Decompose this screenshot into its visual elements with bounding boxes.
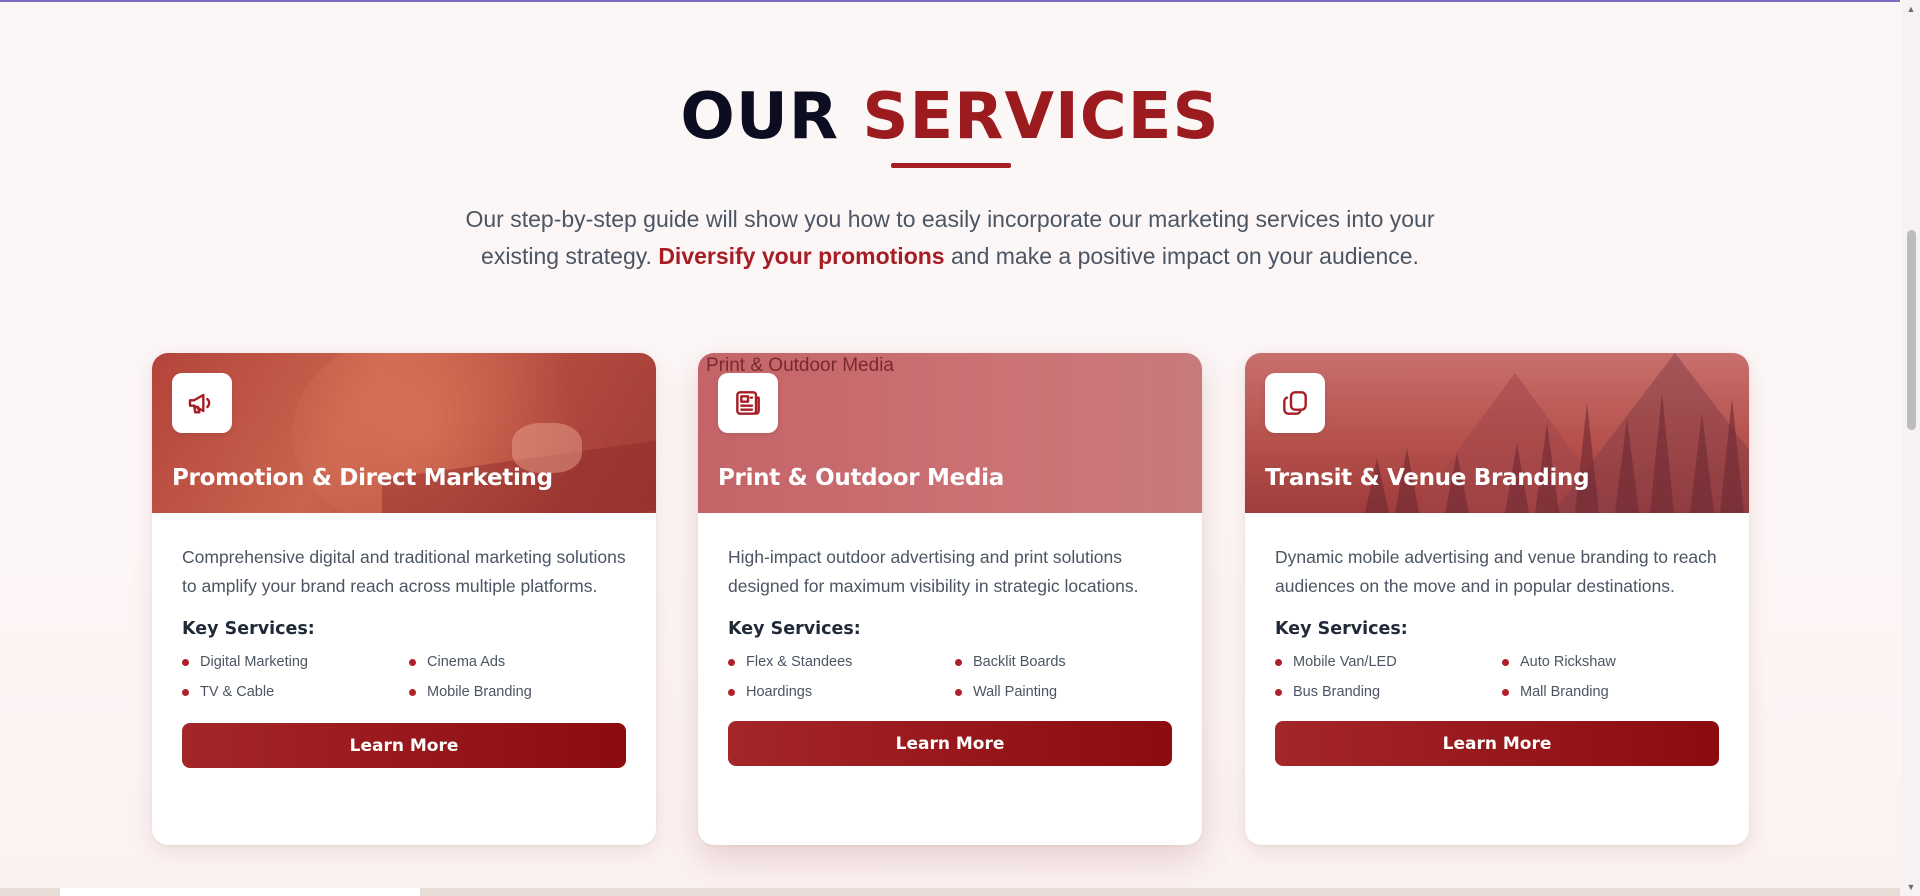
card-banner-image: Print & Outdoor Media Print & Outdoor Me…	[698, 353, 1202, 513]
bullet-dot	[955, 688, 962, 696]
key-services-list: Flex & Standees Backlit Boards Hoardings…	[728, 651, 1172, 703]
card-title: Transit & Venue Branding	[1265, 465, 1590, 491]
service-item: Auto Rickshaw	[1502, 651, 1702, 673]
vertical-scrollbar[interactable]: ▲ ▼	[1902, 0, 1920, 896]
section-heading: OUR SERVICES	[0, 80, 1900, 154]
card-description: Dynamic mobile advertising and venue bra…	[1275, 547, 1717, 596]
service-item-label: Wall Painting	[973, 684, 1058, 700]
scroll-up-arrow-icon[interactable]: ▲	[1906, 4, 1916, 14]
bullet-dot	[728, 658, 735, 666]
service-item: Digital Marketing	[182, 651, 409, 673]
top-border-line	[0, 0, 1900, 2]
card-banner-image: Promotion & Direct Marketing	[152, 353, 656, 513]
service-item-label: Mall Branding	[1520, 684, 1609, 700]
service-card-promotion: Promotion & Direct Marketing Comprehensi…	[152, 353, 656, 845]
service-item: Backlit Boards	[955, 651, 1155, 673]
bullet-dot	[409, 688, 416, 696]
card-body: High-impact outdoor advertising and prin…	[728, 543, 1172, 766]
intro-text-end: and make a positive impact on your audie…	[944, 243, 1419, 269]
heading-word-services: SERVICES	[862, 80, 1220, 154]
next-section-panel	[60, 888, 420, 896]
card-body: Comprehensive digital and traditional ma…	[182, 543, 626, 768]
service-item-label: Backlit Boards	[973, 654, 1066, 670]
intro-paragraph: Our step-by-step guide will show you how…	[430, 201, 1470, 275]
newspaper-icon	[718, 373, 778, 433]
heading-word-our: OUR	[680, 80, 840, 154]
bullet-dot	[1275, 688, 1282, 696]
key-services-list: Mobile Van/LED Auto Rickshaw Bus Brandin…	[1275, 651, 1719, 703]
service-item-label: Mobile Van/LED	[1293, 654, 1397, 670]
learn-more-button[interactable]: Learn More	[728, 721, 1172, 766]
service-card-transit: Transit & Venue Branding Dynamic mobile …	[1245, 353, 1749, 845]
copy-icon	[1265, 373, 1325, 433]
learn-more-button[interactable]: Learn More	[182, 723, 626, 768]
learn-more-button[interactable]: Learn More	[1275, 721, 1719, 766]
service-item-label: Hoardings	[746, 684, 813, 700]
bullet-dot	[1502, 688, 1509, 696]
service-item: Mobile Branding	[409, 681, 609, 703]
service-item: Mall Branding	[1502, 681, 1702, 703]
service-item: Hoardings	[728, 681, 955, 703]
bullet-dot	[409, 658, 416, 666]
service-item: Flex & Standees	[728, 651, 955, 673]
service-item: Cinema Ads	[409, 651, 609, 673]
service-item-label: Bus Branding	[1293, 684, 1381, 700]
service-item-label: TV & Cable	[200, 684, 275, 700]
key-services-label: Key Services:	[1275, 619, 1408, 639]
intro-highlight: Diversify your promotions	[658, 243, 945, 269]
key-services-label: Key Services:	[182, 619, 315, 639]
service-item-label: Auto Rickshaw	[1520, 654, 1616, 670]
bullet-dot	[1502, 658, 1509, 666]
service-item-label: Digital Marketing	[200, 654, 308, 670]
scrollbar-thumb[interactable]	[1907, 230, 1916, 430]
card-description: Comprehensive digital and traditional ma…	[182, 547, 626, 596]
service-item: Mobile Van/LED	[1275, 651, 1502, 673]
service-item: Wall Painting	[955, 681, 1155, 703]
heading-underline	[891, 163, 1011, 168]
service-item: Bus Branding	[1275, 681, 1502, 703]
scroll-down-arrow-icon[interactable]: ▼	[1906, 882, 1916, 892]
service-item-label: Cinema Ads	[427, 654, 506, 670]
key-services-label: Key Services:	[728, 619, 861, 639]
card-title: Promotion & Direct Marketing	[172, 465, 553, 491]
bullet-dot	[728, 688, 735, 696]
bullet-dot	[1275, 658, 1282, 666]
bullet-dot	[182, 658, 189, 666]
service-item: TV & Cable	[182, 681, 409, 703]
card-banner-image: Transit & Venue Branding	[1245, 353, 1749, 513]
megaphone-icon	[172, 373, 232, 433]
card-description: High-impact outdoor advertising and prin…	[728, 547, 1139, 596]
bullet-dot	[955, 658, 962, 666]
service-item-label: Flex & Standees	[746, 654, 853, 670]
bullet-dot	[182, 688, 189, 696]
service-item-label: Mobile Branding	[427, 684, 532, 700]
key-services-list: Digital Marketing Cinema Ads TV & Cable …	[182, 651, 626, 703]
card-body: Dynamic mobile advertising and venue bra…	[1275, 543, 1719, 766]
card-title: Print & Outdoor Media	[718, 465, 1004, 491]
service-card-print: Print & Outdoor Media Print & Outdoor Me…	[698, 353, 1202, 845]
